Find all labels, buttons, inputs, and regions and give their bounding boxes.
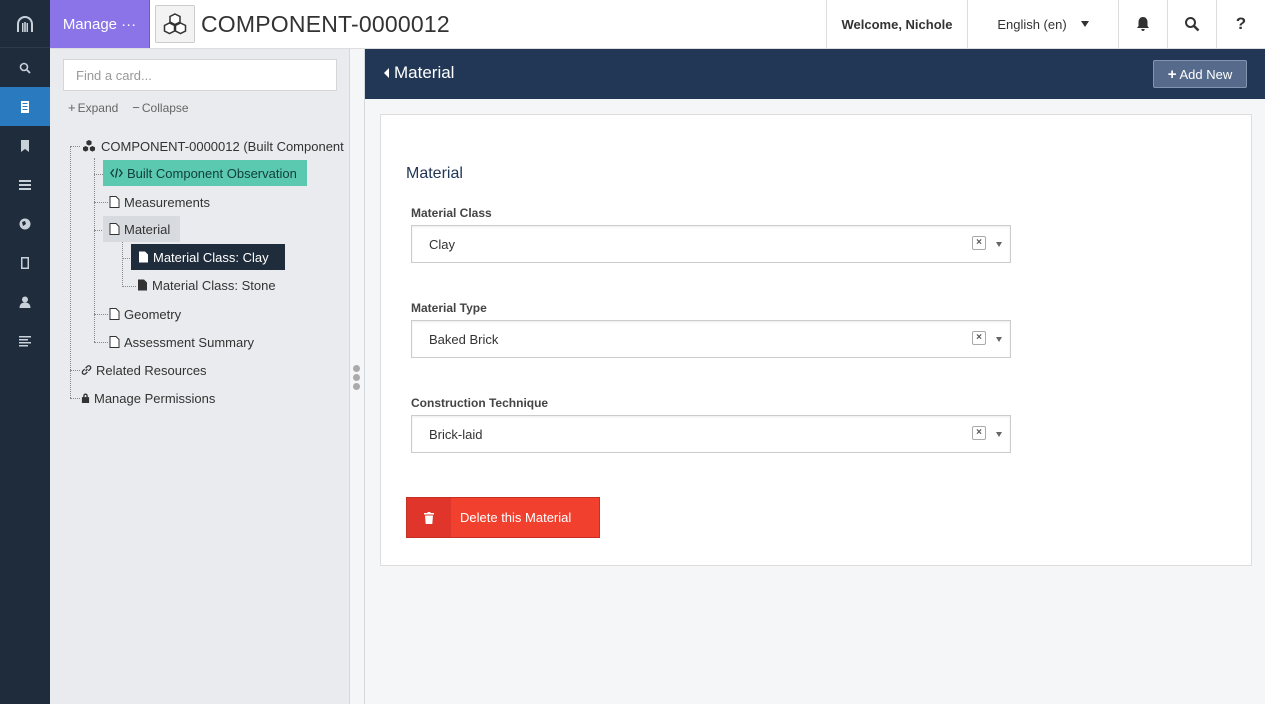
- card-header-label: Material: [394, 63, 455, 82]
- tree-node-label: Measurements: [124, 194, 210, 210]
- tree-node-clay[interactable]: Material Class: Clay: [131, 244, 285, 270]
- language-select[interactable]: English (en): [967, 0, 1118, 48]
- language-label: English (en): [997, 16, 1067, 32]
- tree-node-related[interactable]: Related Resources: [81, 357, 207, 383]
- tree-node-permissions[interactable]: Manage Permissions: [81, 385, 215, 411]
- component-icon: [155, 5, 195, 43]
- file-icon: [109, 308, 120, 320]
- tree-node-root[interactable]: COMPONENT-0000012 (Built Component: [81, 133, 344, 159]
- bookmark-icon[interactable]: [0, 126, 50, 165]
- tree-node-observation[interactable]: Built Component Observation: [103, 160, 307, 186]
- tree-node-label: Manage Permissions: [94, 390, 216, 406]
- delete-material-button[interactable]: Delete this Material: [406, 497, 600, 538]
- field-label-material-class: Material Class: [411, 206, 492, 220]
- bell-icon: [1137, 17, 1149, 31]
- trash-icon: [407, 498, 451, 537]
- expand-label: Expand: [77, 101, 119, 115]
- file-icon: [109, 223, 120, 235]
- notifications-button[interactable]: [1118, 0, 1167, 48]
- clear-icon[interactable]: ×: [972, 236, 986, 250]
- resource-icon[interactable]: [0, 87, 50, 126]
- select-value: Baked Brick: [429, 331, 499, 347]
- tree-node-label: Assessment Summary: [124, 334, 255, 350]
- tree-node-assessment[interactable]: Assessment Summary: [109, 329, 254, 355]
- link-icon: [81, 365, 92, 375]
- expand-button[interactable]: + Expand: [68, 100, 118, 115]
- component-icon: [83, 140, 95, 152]
- help-button[interactable]: ?: [1216, 0, 1265, 48]
- chevron-down-icon: [1080, 21, 1089, 27]
- tree-node-label: Material Class: Clay: [153, 249, 269, 265]
- file-icon: [138, 279, 147, 291]
- welcome-user[interactable]: Welcome, Nichole: [826, 0, 967, 48]
- list-icon[interactable]: [0, 165, 50, 204]
- tree-node-label: Material: [124, 221, 171, 237]
- tree-node-geometry[interactable]: Geometry: [109, 301, 181, 327]
- panel-splitter[interactable]: [350, 49, 365, 704]
- select-value: Clay: [429, 236, 456, 252]
- collapse-label: Collapse: [141, 101, 189, 115]
- add-new-button[interactable]: + Add New: [1153, 60, 1247, 88]
- select-value: Brick-laid: [429, 426, 483, 442]
- delete-label: Delete this Material: [460, 510, 572, 525]
- search-button[interactable]: [1167, 0, 1216, 48]
- caret-left-icon: [384, 68, 389, 78]
- tree-node-label: Material Class: Stone: [152, 277, 276, 293]
- tree-node-stone[interactable]: Material Class: Stone: [137, 272, 276, 298]
- file-icon: [109, 336, 120, 348]
- chevron-down-icon[interactable]: [996, 242, 1002, 247]
- archive-logo-icon[interactable]: [0, 0, 50, 48]
- code-icon: [110, 168, 123, 178]
- card-title: Material: [406, 165, 463, 182]
- card-tree-panel: Find a card... + Expand − Collapse COMPONE…: [50, 49, 350, 704]
- field-label-construction-technique: Construction Technique: [411, 396, 549, 410]
- manage-menu-button[interactable]: Manage ···: [50, 0, 150, 48]
- tree-node-label: Geometry: [124, 306, 182, 322]
- globe-icon[interactable]: [0, 204, 50, 243]
- search-icon[interactable]: [0, 48, 50, 87]
- tree-node-measurements[interactable]: Measurements: [109, 189, 210, 215]
- collapse-button[interactable]: − Collapse: [132, 100, 188, 115]
- chevron-down-icon[interactable]: [996, 432, 1002, 437]
- left-rail: [0, 0, 50, 704]
- chevron-down-icon[interactable]: [996, 337, 1002, 342]
- clear-icon[interactable]: ×: [972, 426, 986, 440]
- drag-handle-icon[interactable]: [353, 365, 361, 392]
- tree-node-label: COMPONENT-0000012 (Built Component: [101, 138, 344, 154]
- file-icon: [139, 251, 148, 263]
- resource-title: COMPONENT-0000012: [201, 11, 450, 37]
- menu-icon[interactable]: [0, 321, 50, 360]
- minus-icon: −: [132, 100, 140, 115]
- search-icon: [1185, 17, 1200, 32]
- material-class-select[interactable]: Clay ×: [411, 225, 1011, 263]
- field-label-material-type: Material Type: [411, 301, 487, 315]
- construction-technique-select[interactable]: Brick-laid ×: [411, 415, 1011, 453]
- clear-icon[interactable]: ×: [972, 331, 986, 345]
- tree-node-label: Related Resources: [96, 362, 207, 378]
- add-new-label: Add New: [1179, 66, 1233, 82]
- file-icon: [109, 196, 120, 208]
- lock-icon: [81, 393, 90, 403]
- file-icon[interactable]: [0, 243, 50, 282]
- tree-node-material[interactable]: Material: [103, 216, 181, 242]
- plus-icon: +: [1167, 65, 1177, 83]
- plus-icon: +: [68, 100, 76, 115]
- find-card-input[interactable]: Find a card...: [63, 59, 337, 91]
- card-header-title[interactable]: Material: [384, 63, 454, 83]
- card-header: Material + Add New: [365, 49, 1265, 99]
- tree-node-label: Built Component Observation: [127, 165, 297, 181]
- top-bar: Manage ··· COMPONENT-0000012 Welcome, Ni…: [50, 0, 1265, 49]
- user-icon[interactable]: [0, 282, 50, 321]
- material-type-select[interactable]: Baked Brick ×: [411, 320, 1011, 358]
- card-form: Material Material Class Clay × Material …: [380, 114, 1252, 566]
